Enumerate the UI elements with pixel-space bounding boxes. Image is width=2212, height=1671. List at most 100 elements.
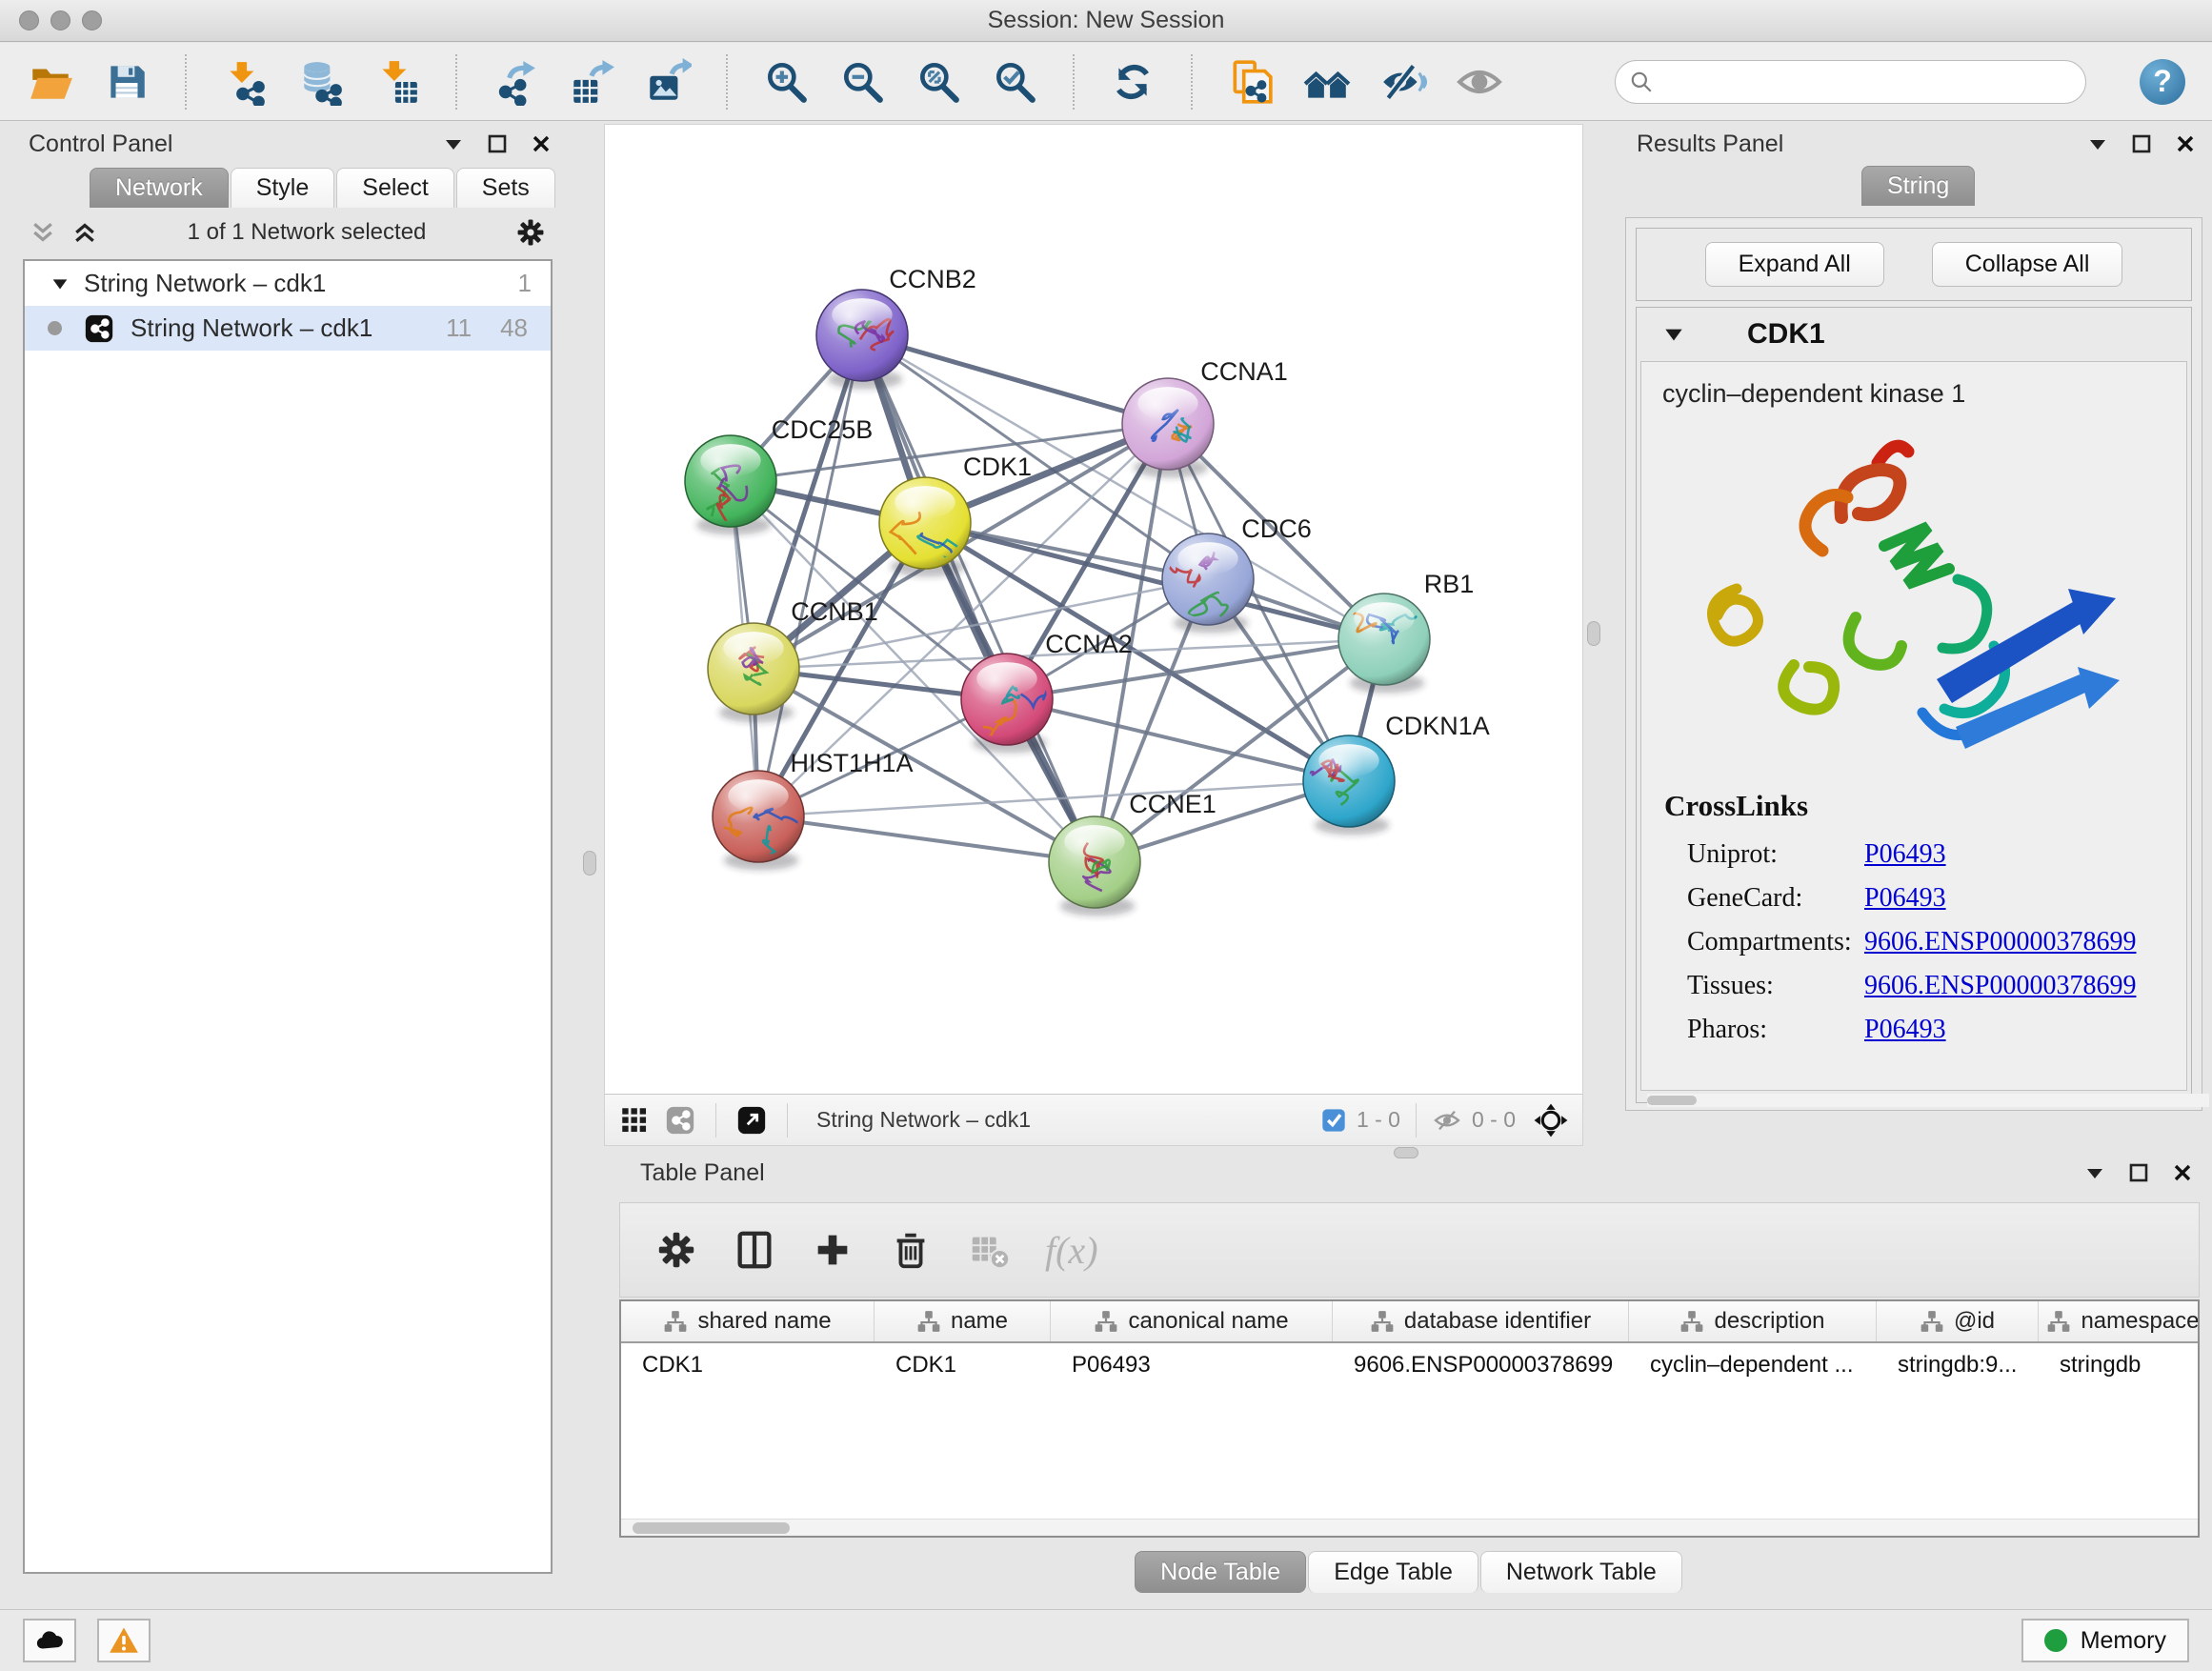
network-edge-CCNB2-CCNA1[interactable]	[862, 335, 1168, 424]
open-in-window-icon[interactable]	[735, 1104, 768, 1137]
export-network-icon[interactable]	[492, 58, 539, 106]
column-header-namespace[interactable]: namespace	[2039, 1301, 2200, 1341]
tab-node-table[interactable]: Node Table	[1135, 1551, 1306, 1593]
network-edge-CCNB2-HIST1H1A[interactable]	[758, 335, 862, 816]
network-node-label: CCNB1	[791, 597, 878, 626]
table-settings-gear-icon[interactable]	[654, 1228, 698, 1272]
tab-network[interactable]: Network	[90, 168, 229, 208]
table-row[interactable]: CDK1CDK1P064939606.ENSP00000378699cyclin…	[621, 1343, 2198, 1387]
tree-expand-icon[interactable]	[50, 273, 70, 294]
search-input[interactable]	[1654, 63, 2072, 101]
network-collection-row[interactable]: String Network – cdk1 1	[25, 261, 551, 306]
network-row[interactable]: String Network – cdk1 11 48	[25, 306, 551, 351]
results-hscrollbar[interactable]	[1647, 1094, 2209, 1107]
memory-button[interactable]: Memory	[2021, 1619, 2189, 1662]
panel-float-icon[interactable]	[2127, 1161, 2150, 1184]
create-column-icon[interactable]	[811, 1228, 855, 1272]
toolbar-separator	[1191, 54, 1193, 110]
panel-resize-handle[interactable]	[1394, 1147, 1418, 1158]
tab-style[interactable]: Style	[231, 168, 335, 208]
tab-string[interactable]: String	[1861, 166, 1975, 206]
network-edge-HIST1H1A-CCNE1[interactable]	[758, 816, 1095, 862]
network-edge-CCNB2-CCNE1[interactable]	[862, 335, 1095, 862]
export-table-icon[interactable]	[568, 58, 615, 106]
column-header-canonical-name[interactable]: canonical name	[1051, 1301, 1333, 1341]
network-node-CCNB2[interactable]	[816, 290, 908, 390]
hidden-eye-icon[interactable]	[1432, 1105, 1462, 1136]
panel-close-icon[interactable]	[2171, 1161, 2194, 1184]
network-edge-CCNA2-CDKN1A[interactable]	[1007, 699, 1349, 781]
tab-edge-table[interactable]: Edge Table	[1308, 1551, 1478, 1593]
grid-view-icon[interactable]	[618, 1104, 651, 1137]
panel-menu-icon[interactable]	[2083, 1161, 2106, 1184]
tab-network-table[interactable]: Network Table	[1480, 1551, 1682, 1593]
column-header-name[interactable]: name	[875, 1301, 1051, 1341]
selected-checkbox-icon[interactable]	[1320, 1107, 1347, 1134]
column-header-shared-name[interactable]: shared name	[621, 1301, 875, 1341]
import-network-database-icon[interactable]	[297, 58, 345, 106]
crosslink-pharos-link[interactable]: P06493	[1864, 1015, 1946, 1044]
network-node-CDC25B[interactable]	[685, 435, 776, 535]
zoom-selected-icon[interactable]	[991, 58, 1038, 106]
help-button[interactable]: ?	[2140, 59, 2185, 105]
network-node-label: CDK1	[963, 453, 1032, 481]
home-reset-layout-icon[interactable]	[1303, 58, 1351, 106]
export-image-icon[interactable]	[644, 58, 692, 106]
copy-style-icon[interactable]	[1227, 58, 1275, 106]
network-canvas[interactable]: CCNB2CCNA1CDC25BCDK1CDC6RB1CCNB1CCNA2CDK…	[605, 125, 1582, 1093]
network-node-CCNA1[interactable]	[1122, 378, 1214, 478]
open-session-icon[interactable]	[27, 58, 74, 106]
panel-resize-handle[interactable]	[583, 851, 596, 876]
zoom-in-icon[interactable]	[762, 58, 810, 106]
collapse-all-icon[interactable]	[29, 218, 57, 247]
crosslink-label: Uniprot:	[1664, 839, 1864, 870]
memory-status-dot	[2044, 1629, 2067, 1652]
column-header-description[interactable]: description	[1629, 1301, 1877, 1341]
panel-menu-icon[interactable]	[2086, 132, 2109, 155]
show-all-eye-icon[interactable]	[1456, 58, 1503, 106]
section-collapse-icon[interactable]	[1661, 322, 1686, 347]
network-node-CCNB1[interactable]	[708, 623, 799, 723]
network-node-RB1[interactable]	[1326, 594, 1430, 694]
crosslink-uniprot-link[interactable]: P06493	[1864, 839, 1946, 869]
network-options-gear-icon[interactable]	[514, 216, 547, 249]
hide-selected-eye-icon[interactable]	[1379, 58, 1427, 106]
save-session-icon[interactable]	[103, 58, 151, 106]
network-node-CDK1[interactable]	[879, 477, 975, 577]
expand-all-icon[interactable]	[70, 218, 99, 247]
share-network-icon[interactable]	[664, 1104, 696, 1137]
network-node-CDC6[interactable]	[1162, 534, 1254, 634]
crosslink-tissues-link[interactable]: 9606.ENSP00000378699	[1864, 971, 2136, 1000]
tab-select[interactable]: Select	[336, 168, 453, 208]
warnings-button[interactable]	[97, 1619, 151, 1662]
zoom-fit-icon[interactable]	[915, 58, 962, 106]
crosslink-genecard-link[interactable]: P06493	[1864, 883, 1946, 913]
panel-resize-handle[interactable]	[1587, 621, 1600, 646]
column-header--id[interactable]: @id	[1877, 1301, 2039, 1341]
crosslink-compartments-link[interactable]: 9606.ENSP00000378699	[1864, 927, 2136, 956]
network-node-CDKN1A[interactable]	[1297, 735, 1395, 836]
delete-column-icon[interactable]	[889, 1228, 933, 1272]
cloud-icon	[33, 1624, 66, 1657]
birdseye-view-icon[interactable]	[1533, 1102, 1569, 1138]
tab-sets[interactable]: Sets	[456, 168, 555, 208]
cloud-status-button[interactable]	[23, 1619, 76, 1662]
panel-menu-icon[interactable]	[442, 132, 465, 155]
panel-float-icon[interactable]	[486, 132, 509, 155]
zoom-out-icon[interactable]	[838, 58, 886, 106]
show-columns-icon[interactable]	[733, 1228, 776, 1272]
panel-close-icon[interactable]	[530, 132, 553, 155]
import-table-file-icon[interactable]	[373, 58, 421, 106]
collapse-all-button[interactable]: Collapse All	[1932, 242, 2123, 287]
network-node-CCNE1[interactable]	[1049, 816, 1140, 916]
panel-float-icon[interactable]	[2130, 132, 2153, 155]
import-network-file-icon[interactable]	[221, 58, 269, 106]
network-node-HIST1H1A[interactable]	[713, 771, 804, 871]
refresh-view-icon[interactable]	[1109, 58, 1156, 106]
panel-close-icon[interactable]	[2174, 132, 2197, 155]
results-panel: Results Panel String Expand All Collapse…	[1619, 126, 2208, 1111]
table-hscrollbar[interactable]	[621, 1519, 2198, 1536]
expand-all-button[interactable]: Expand All	[1705, 242, 1884, 287]
node-count: 11	[446, 313, 472, 343]
column-header-database-identifier[interactable]: database identifier	[1333, 1301, 1629, 1341]
